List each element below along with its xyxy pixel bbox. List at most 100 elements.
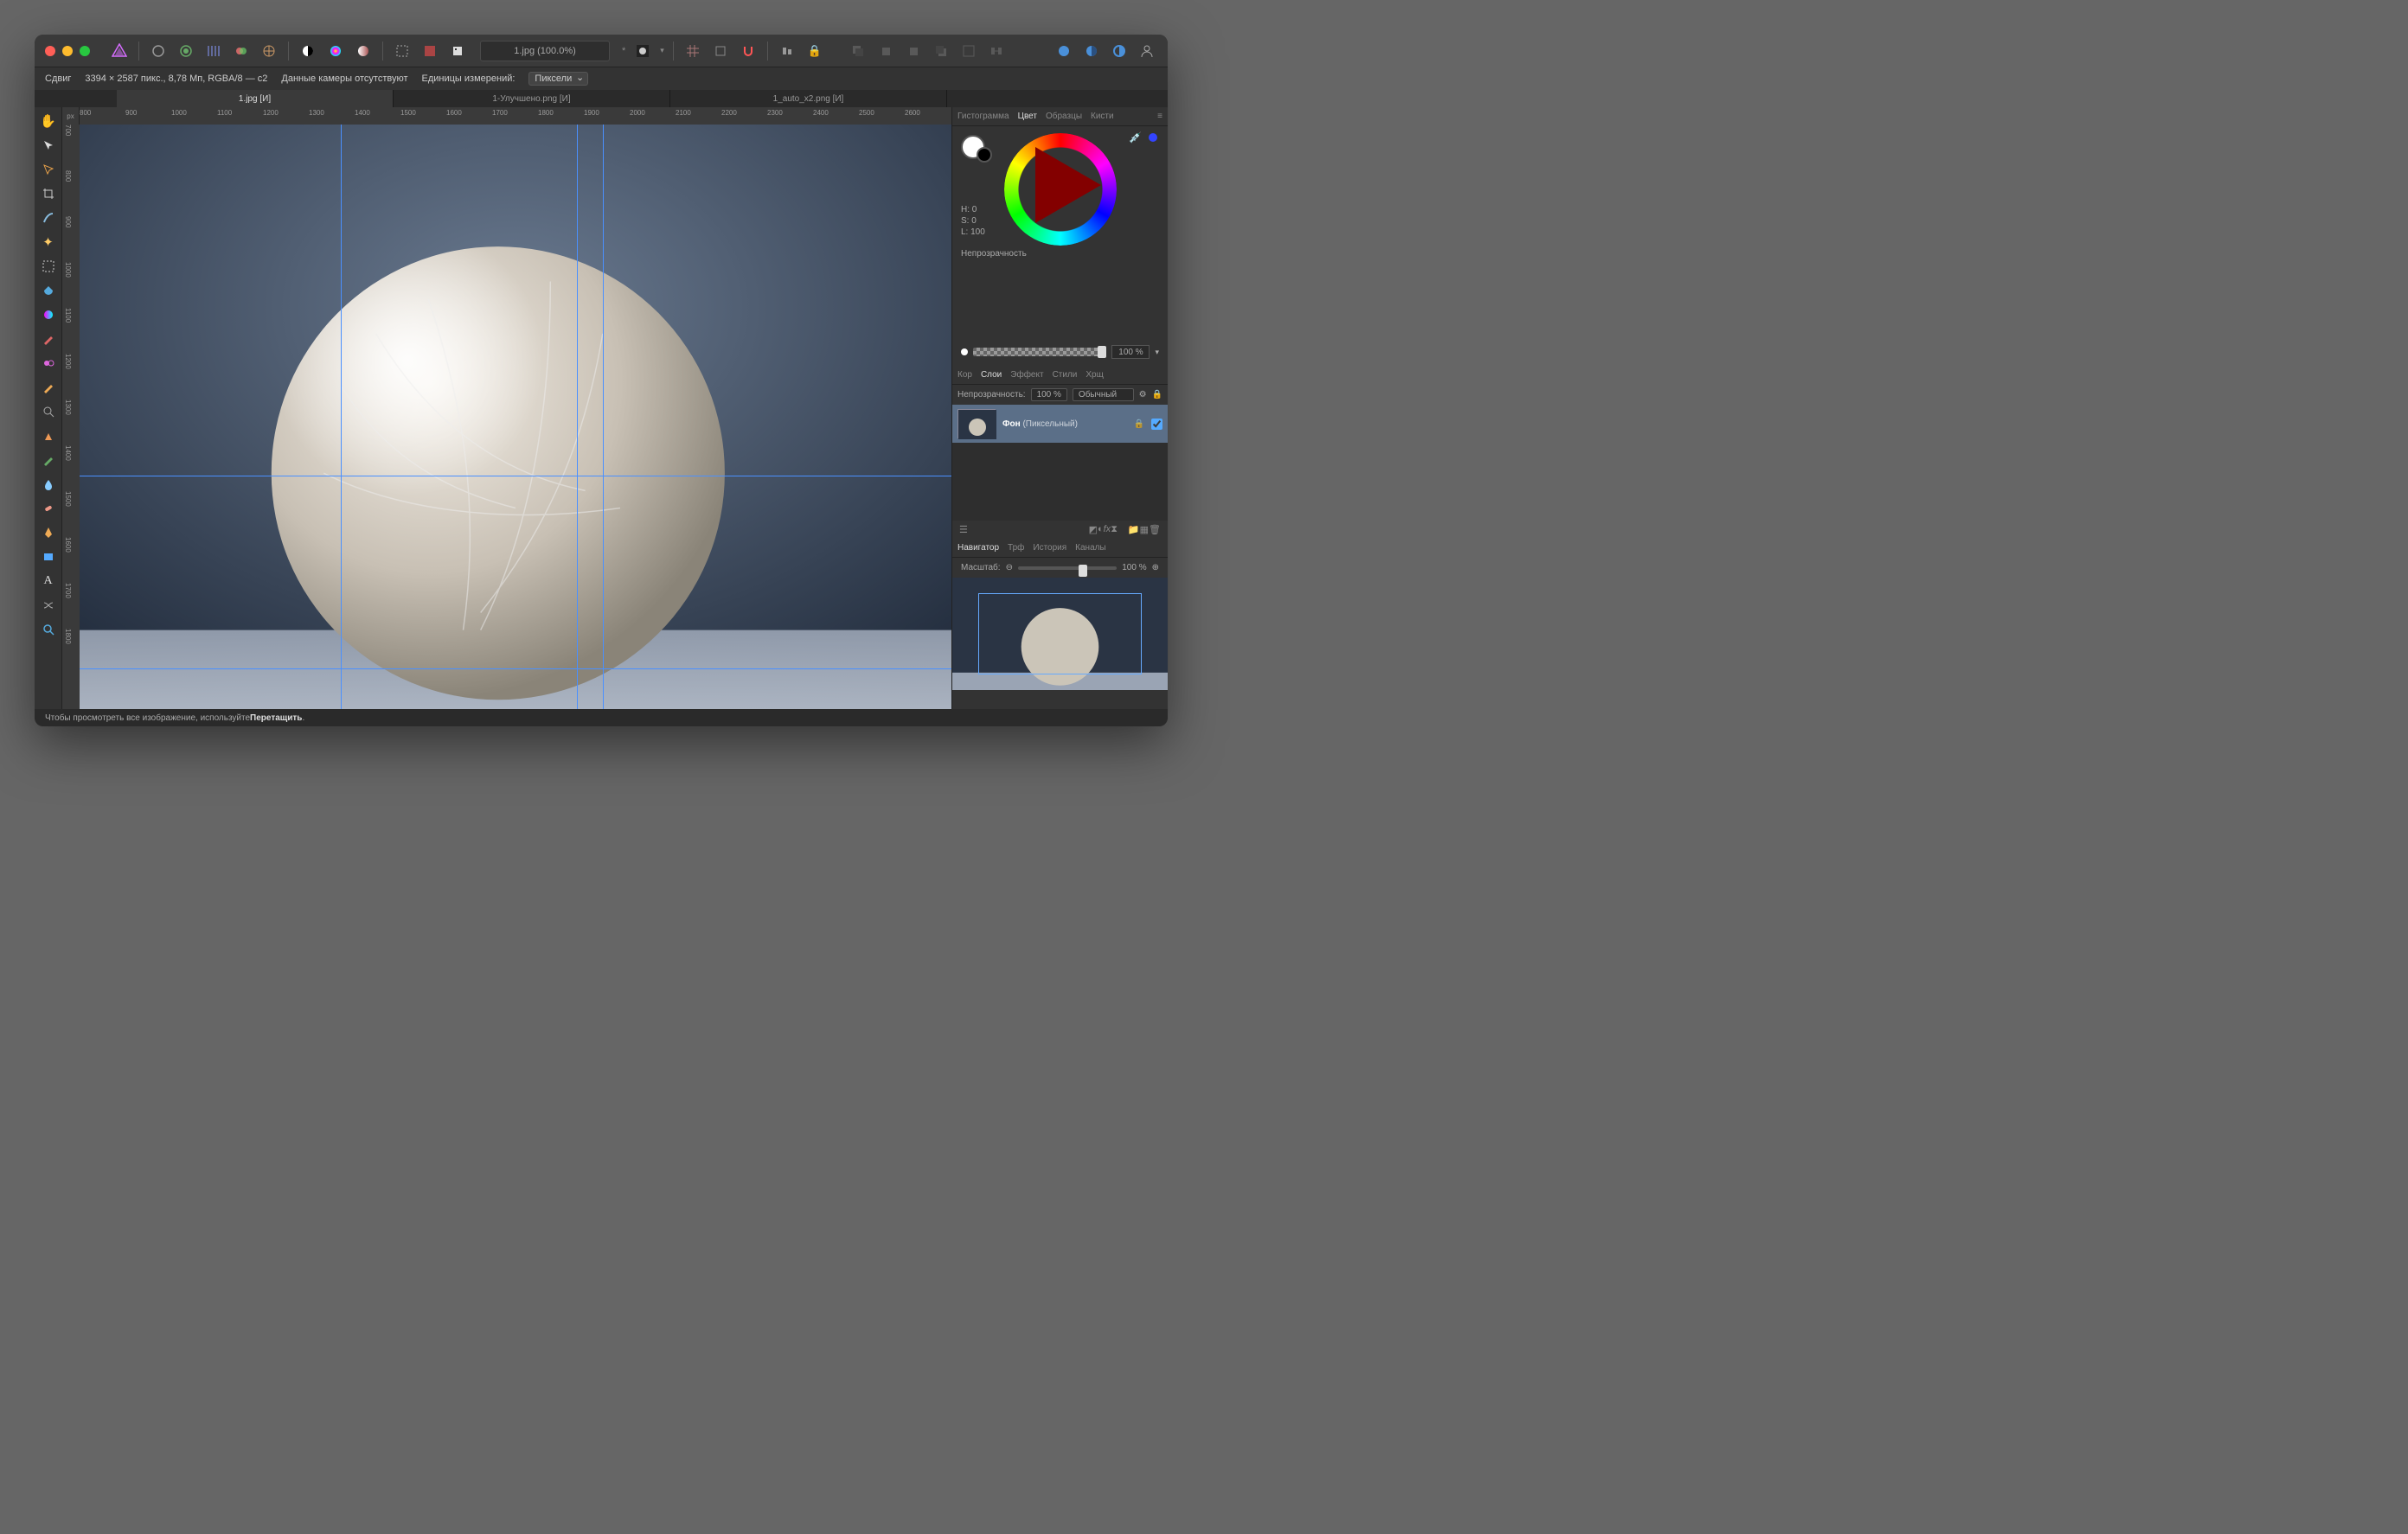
layer-opacity-value[interactable]: 100 % <box>1031 388 1067 401</box>
tab-styles[interactable]: Стили <box>1053 370 1078 380</box>
flood-tool-icon[interactable] <box>37 280 60 301</box>
zoom-slider[interactable] <box>1018 566 1117 570</box>
arrange-forward-icon[interactable] <box>903 41 924 61</box>
studio-preset-1-icon[interactable] <box>1054 41 1074 61</box>
ruler-horizontal[interactable]: px 8009001000110012001300140015001600170… <box>62 107 951 125</box>
pencil-tool-icon[interactable] <box>37 377 60 398</box>
opacity-slider[interactable] <box>973 348 1106 356</box>
layer-lock-icon[interactable]: 🔒 <box>1152 390 1162 399</box>
view-tool-icon[interactable] <box>37 159 60 180</box>
zoom-tool-icon[interactable] <box>37 619 60 640</box>
opacity-menu-icon[interactable]: ▾ <box>1155 348 1159 357</box>
fx-icon[interactable]: fx <box>1104 524 1111 535</box>
color-chooser-icon[interactable] <box>325 41 346 61</box>
grid-icon[interactable] <box>682 41 703 61</box>
minimize-window-button[interactable] <box>62 46 73 56</box>
guide-vertical[interactable] <box>577 125 578 709</box>
zoom-in-icon[interactable]: ⊕ <box>1152 563 1159 572</box>
arrange-back-icon[interactable] <box>848 41 868 61</box>
color-picker-icon[interactable] <box>37 304 60 325</box>
guide-vertical[interactable] <box>603 125 604 709</box>
rectangle-tool-icon[interactable] <box>37 546 60 567</box>
guide-vertical[interactable] <box>341 125 342 709</box>
navigator-viewport[interactable] <box>978 593 1142 674</box>
navigator-thumbnail[interactable] <box>952 578 1168 690</box>
arrange-backward-icon[interactable] <box>875 41 896 61</box>
distribute-icon[interactable] <box>986 41 1007 61</box>
layer-lock-indicator-icon[interactable]: 🔒 <box>1134 419 1144 429</box>
zoom-window-button[interactable] <box>80 46 90 56</box>
doc-tab[interactable]: 1_auto_x2.png [И] <box>670 90 947 107</box>
persona-export-icon[interactable] <box>259 41 279 61</box>
assistant-icon[interactable] <box>447 41 468 61</box>
tab-effects[interactable]: Эффект <box>1010 370 1043 380</box>
gradient-icon[interactable] <box>353 41 374 61</box>
inpaint-tool-icon[interactable] <box>37 450 60 470</box>
arrange-front-icon[interactable] <box>931 41 951 61</box>
persona-liquify-icon[interactable] <box>176 41 196 61</box>
layer-visible-checkbox[interactable] <box>1151 419 1162 430</box>
tab-navigator[interactable]: Навигатор <box>957 543 999 553</box>
tab-brushes[interactable]: Кисти <box>1091 112 1114 121</box>
folder-icon[interactable]: 📁 <box>1128 524 1140 535</box>
paint-brush-icon[interactable] <box>37 329 60 349</box>
move-tool-icon[interactable] <box>37 135 60 156</box>
heal-tool-icon[interactable] <box>37 498 60 519</box>
text-tool-icon[interactable]: A <box>37 571 60 591</box>
tab-layers[interactable]: Слои <box>981 370 1002 380</box>
blur-tool-icon[interactable] <box>37 474 60 495</box>
background-swatch[interactable] <box>977 147 992 163</box>
tab-stock[interactable]: Хрщ <box>1086 370 1103 380</box>
layers-menu-icon[interactable]: ☰ <box>959 524 968 535</box>
blend-mode-select[interactable]: Обычный <box>1073 388 1134 401</box>
tab-color[interactable]: Цвет <box>1018 112 1037 121</box>
clone-brush-icon[interactable] <box>37 353 60 374</box>
account-icon[interactable] <box>1137 41 1157 61</box>
adjustment-icon[interactable]: ◐ <box>1098 524 1104 535</box>
units-select[interactable]: Пиксели <box>528 72 588 86</box>
layer-fx-icon[interactable] <box>298 41 318 61</box>
sample-swatch[interactable] <box>1149 133 1157 142</box>
crop-tool-icon[interactable] <box>37 183 60 204</box>
lock-icon[interactable]: 🔒 <box>804 41 825 61</box>
selection-marquee-icon[interactable] <box>392 41 413 61</box>
persona-tone-icon[interactable] <box>231 41 252 61</box>
ruler-unit-label[interactable]: px <box>62 107 80 125</box>
close-window-button[interactable] <box>45 46 55 56</box>
studio-preset-3-icon[interactable] <box>1109 41 1130 61</box>
alignment-icon[interactable] <box>777 41 797 61</box>
dropdown-caret-icon[interactable]: ▾ <box>660 46 664 55</box>
color-wheel[interactable] <box>1004 133 1117 246</box>
tab-channels[interactable]: Каналы <box>1075 543 1106 553</box>
guides-icon[interactable] <box>710 41 731 61</box>
selection-brush-icon[interactable] <box>37 208 60 228</box>
zoom-value[interactable]: 100 % <box>1122 563 1146 572</box>
layer-item[interactable]: Фон (Пиксельный) 🔒 <box>952 405 1168 443</box>
canvas[interactable] <box>80 125 951 709</box>
snap-magnet-icon[interactable] <box>738 41 759 61</box>
dodge-tool-icon[interactable] <box>37 425 60 446</box>
tab-swatches[interactable]: Образцы <box>1046 112 1082 121</box>
persona-develop-icon[interactable] <box>203 41 224 61</box>
tab-adjust[interactable]: Кор <box>957 370 972 380</box>
zoom-out-icon[interactable]: ⊖ <box>1006 563 1013 572</box>
quick-mask-icon[interactable] <box>419 41 440 61</box>
marquee-tool-icon[interactable] <box>37 256 60 277</box>
panel-menu-icon[interactable]: ≡ <box>1157 112 1162 121</box>
persona-photo-icon[interactable] <box>148 41 169 61</box>
studio-preset-2-icon[interactable] <box>1081 41 1102 61</box>
zoom-lens-icon[interactable] <box>37 401 60 422</box>
pen-tool-icon[interactable] <box>37 522 60 543</box>
tab-history[interactable]: История <box>1033 543 1066 553</box>
doc-tab[interactable]: 1-Улучшено.png [И] <box>394 90 670 107</box>
eyedropper-icon[interactable]: 💉 <box>1129 131 1142 144</box>
mask-icon[interactable]: ◩ <box>1089 524 1098 535</box>
crop-layer-icon[interactable]: ⧗ <box>1111 524 1118 535</box>
tab-histogram[interactable]: Гистограмма <box>957 112 1009 121</box>
guide-horizontal[interactable] <box>80 668 951 669</box>
opacity-value[interactable]: 100 % <box>1111 345 1150 359</box>
delete-layer-icon[interactable]: 🗑 <box>1149 524 1161 535</box>
smart-selection-icon[interactable]: ✦ <box>37 232 60 252</box>
group-icon[interactable] <box>958 41 979 61</box>
ruler-vertical[interactable]: 7008009001000110012001300140015001600170… <box>62 125 80 709</box>
